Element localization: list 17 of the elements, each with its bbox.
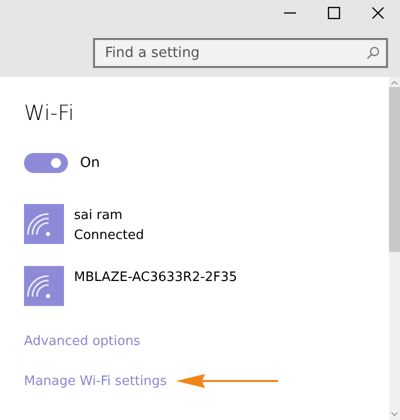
manage-settings-link[interactable]: Manage Wi-Fi settings [24, 372, 167, 392]
search-icon [366, 46, 380, 60]
maximize-icon [327, 6, 341, 20]
page-title: Wi-Fi [24, 101, 76, 126]
search-field[interactable]: Find a setting [93, 38, 388, 68]
close-icon [371, 6, 385, 20]
network-name: sai ram [74, 207, 124, 226]
network-name: MBLAZE-AC3633R2-2F35 [74, 269, 238, 288]
wifi-icon[interactable] [24, 266, 64, 306]
scrollbar[interactable] [389, 77, 400, 420]
network-status: Connected [74, 227, 144, 246]
scroll-up-icon[interactable] [391, 80, 398, 85]
scroll-down-icon[interactable] [391, 412, 398, 417]
toggle-switch[interactable] [24, 153, 68, 174]
wifi-icon[interactable] [24, 204, 64, 244]
advanced-options-link[interactable]: Advanced options [24, 332, 140, 352]
toggle-label: On [80, 154, 100, 174]
